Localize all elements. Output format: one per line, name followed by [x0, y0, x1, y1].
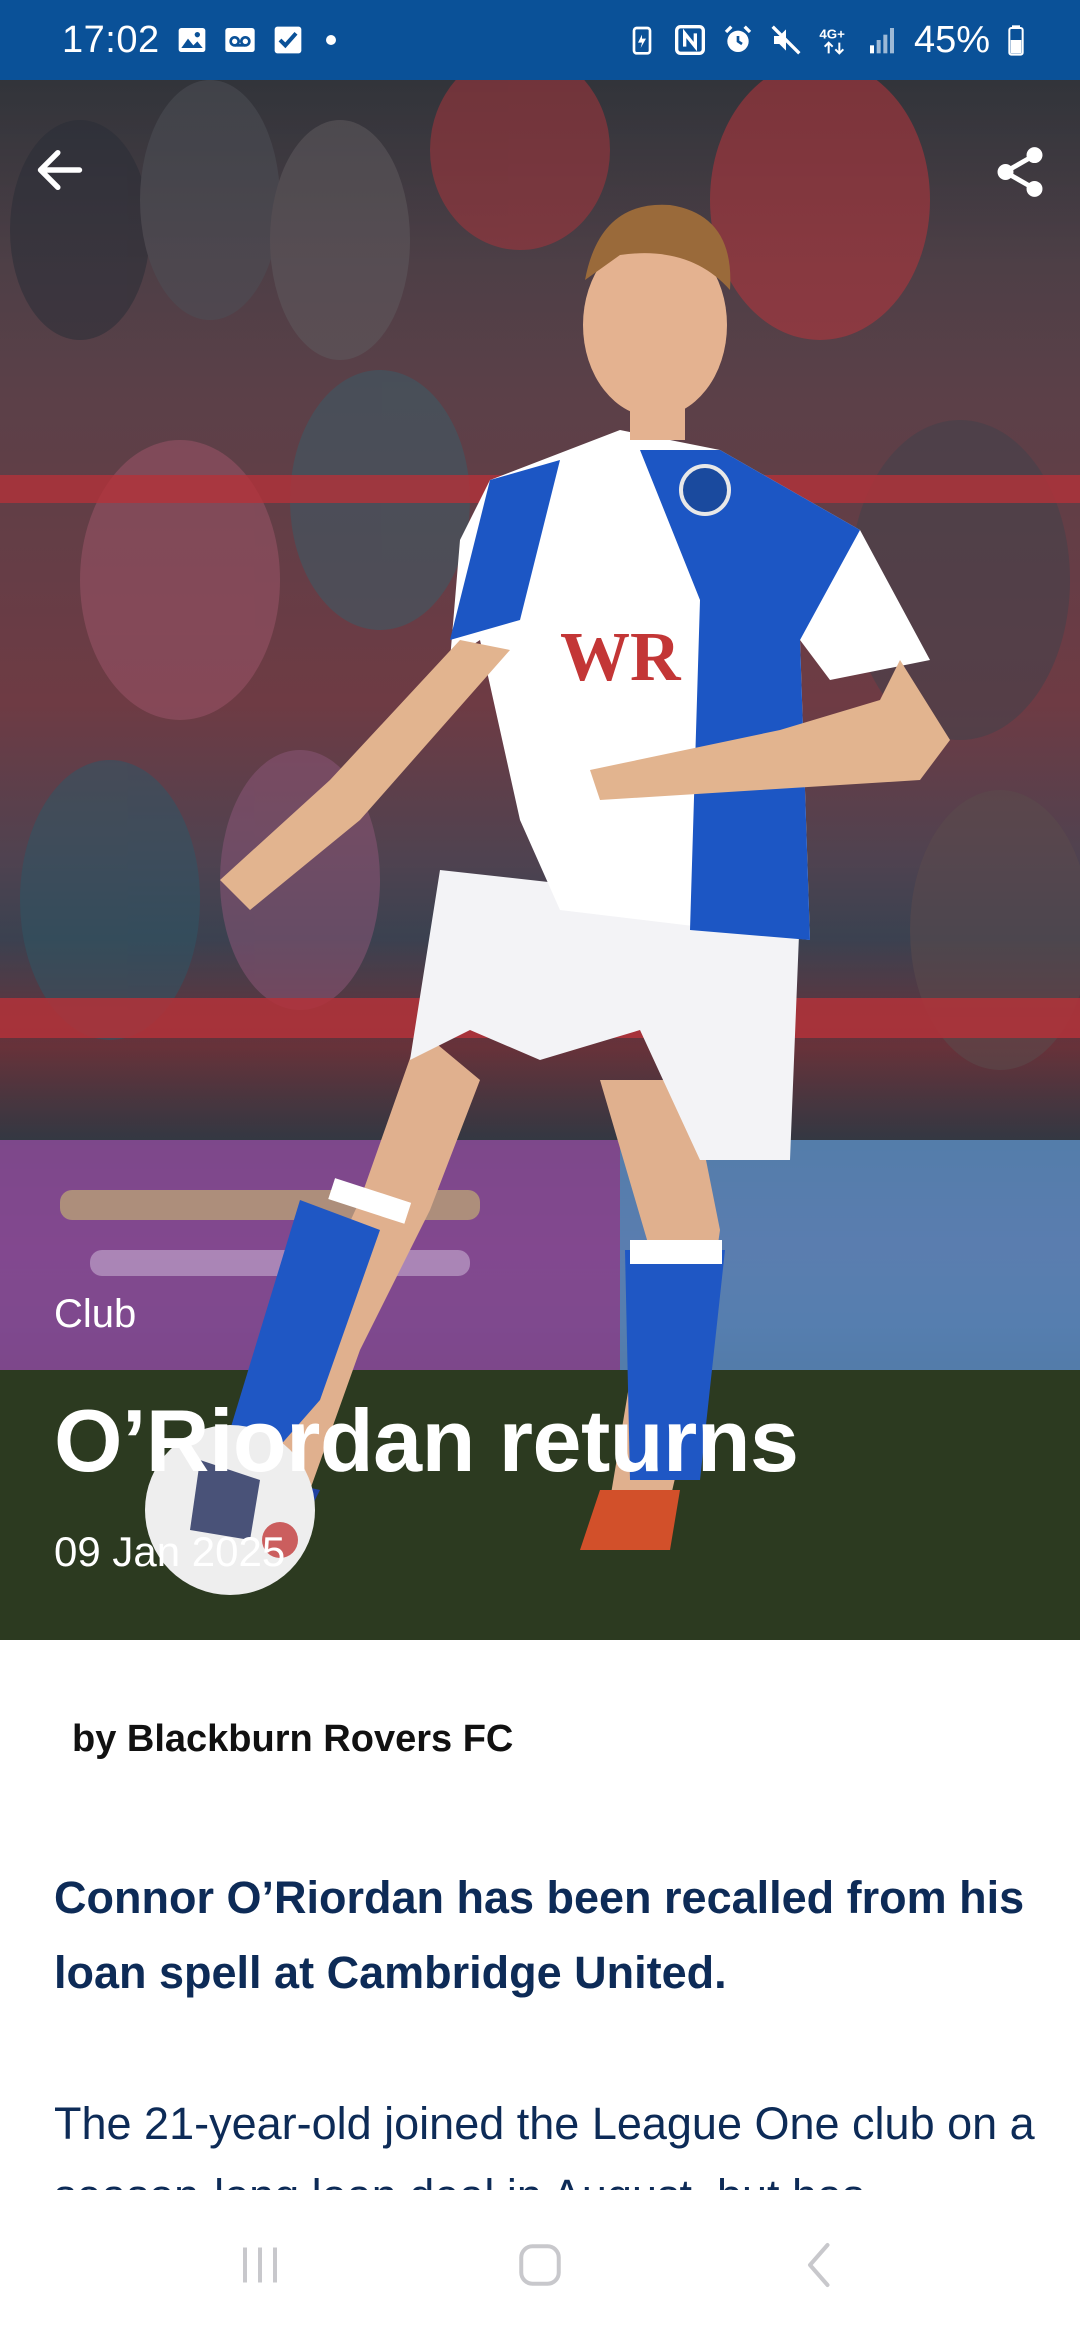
status-left: 17:02 [62, 19, 336, 62]
share-button[interactable] [988, 140, 1052, 204]
home-icon [510, 2235, 570, 2295]
battery-percent: 45% [913, 18, 990, 61]
status-bar: 17:02 4G+ 45% [0, 0, 1080, 80]
status-right: 4G+ 45% [626, 19, 1026, 62]
back-button[interactable] [30, 140, 90, 200]
recents-button[interactable] [215, 2220, 305, 2310]
article-body: by Blackburn Rovers FC Connor O’Riordan … [0, 1640, 1080, 2190]
article-paragraph: The 21-year-old joined the League One cl… [54, 2098, 1035, 2190]
network-4g-icon: 4G+ [818, 24, 850, 56]
svg-text:4G+: 4G+ [819, 27, 845, 42]
article-lead: Connor O’Riordan has been recalled from … [54, 1872, 1025, 1998]
share-icon [991, 143, 1049, 201]
voicemail-icon [224, 24, 256, 56]
arrow-left-icon [34, 144, 86, 196]
status-time: 17:02 [62, 18, 160, 61]
svg-text:WR: WR [560, 619, 682, 696]
nfc-icon [674, 24, 706, 56]
notification-dot-icon [325, 35, 336, 45]
alarm-icon [722, 24, 754, 56]
system-nav-bar [0, 2190, 1080, 2340]
home-button[interactable] [495, 2220, 585, 2310]
recents-icon [230, 2235, 290, 2295]
article-category[interactable]: Club [54, 1292, 136, 1337]
checkbox-icon [272, 24, 304, 56]
back-icon [790, 2235, 850, 2295]
hero-image: WR Club O’Riordan returns 09 Jan 2025 [0, 80, 1080, 1640]
nav-back-button[interactable] [775, 2220, 865, 2310]
battery-saver-icon [626, 24, 658, 56]
article-title: O’Riordan returns [54, 1391, 799, 1490]
article-byline: by Blackburn Rovers FC [72, 1718, 514, 1760]
article-date: 09 Jan 2025 [54, 1528, 286, 1575]
battery-icon [1006, 24, 1026, 56]
mute-icon [770, 24, 802, 56]
gallery-icon [176, 24, 208, 56]
signal-icon [866, 24, 898, 56]
